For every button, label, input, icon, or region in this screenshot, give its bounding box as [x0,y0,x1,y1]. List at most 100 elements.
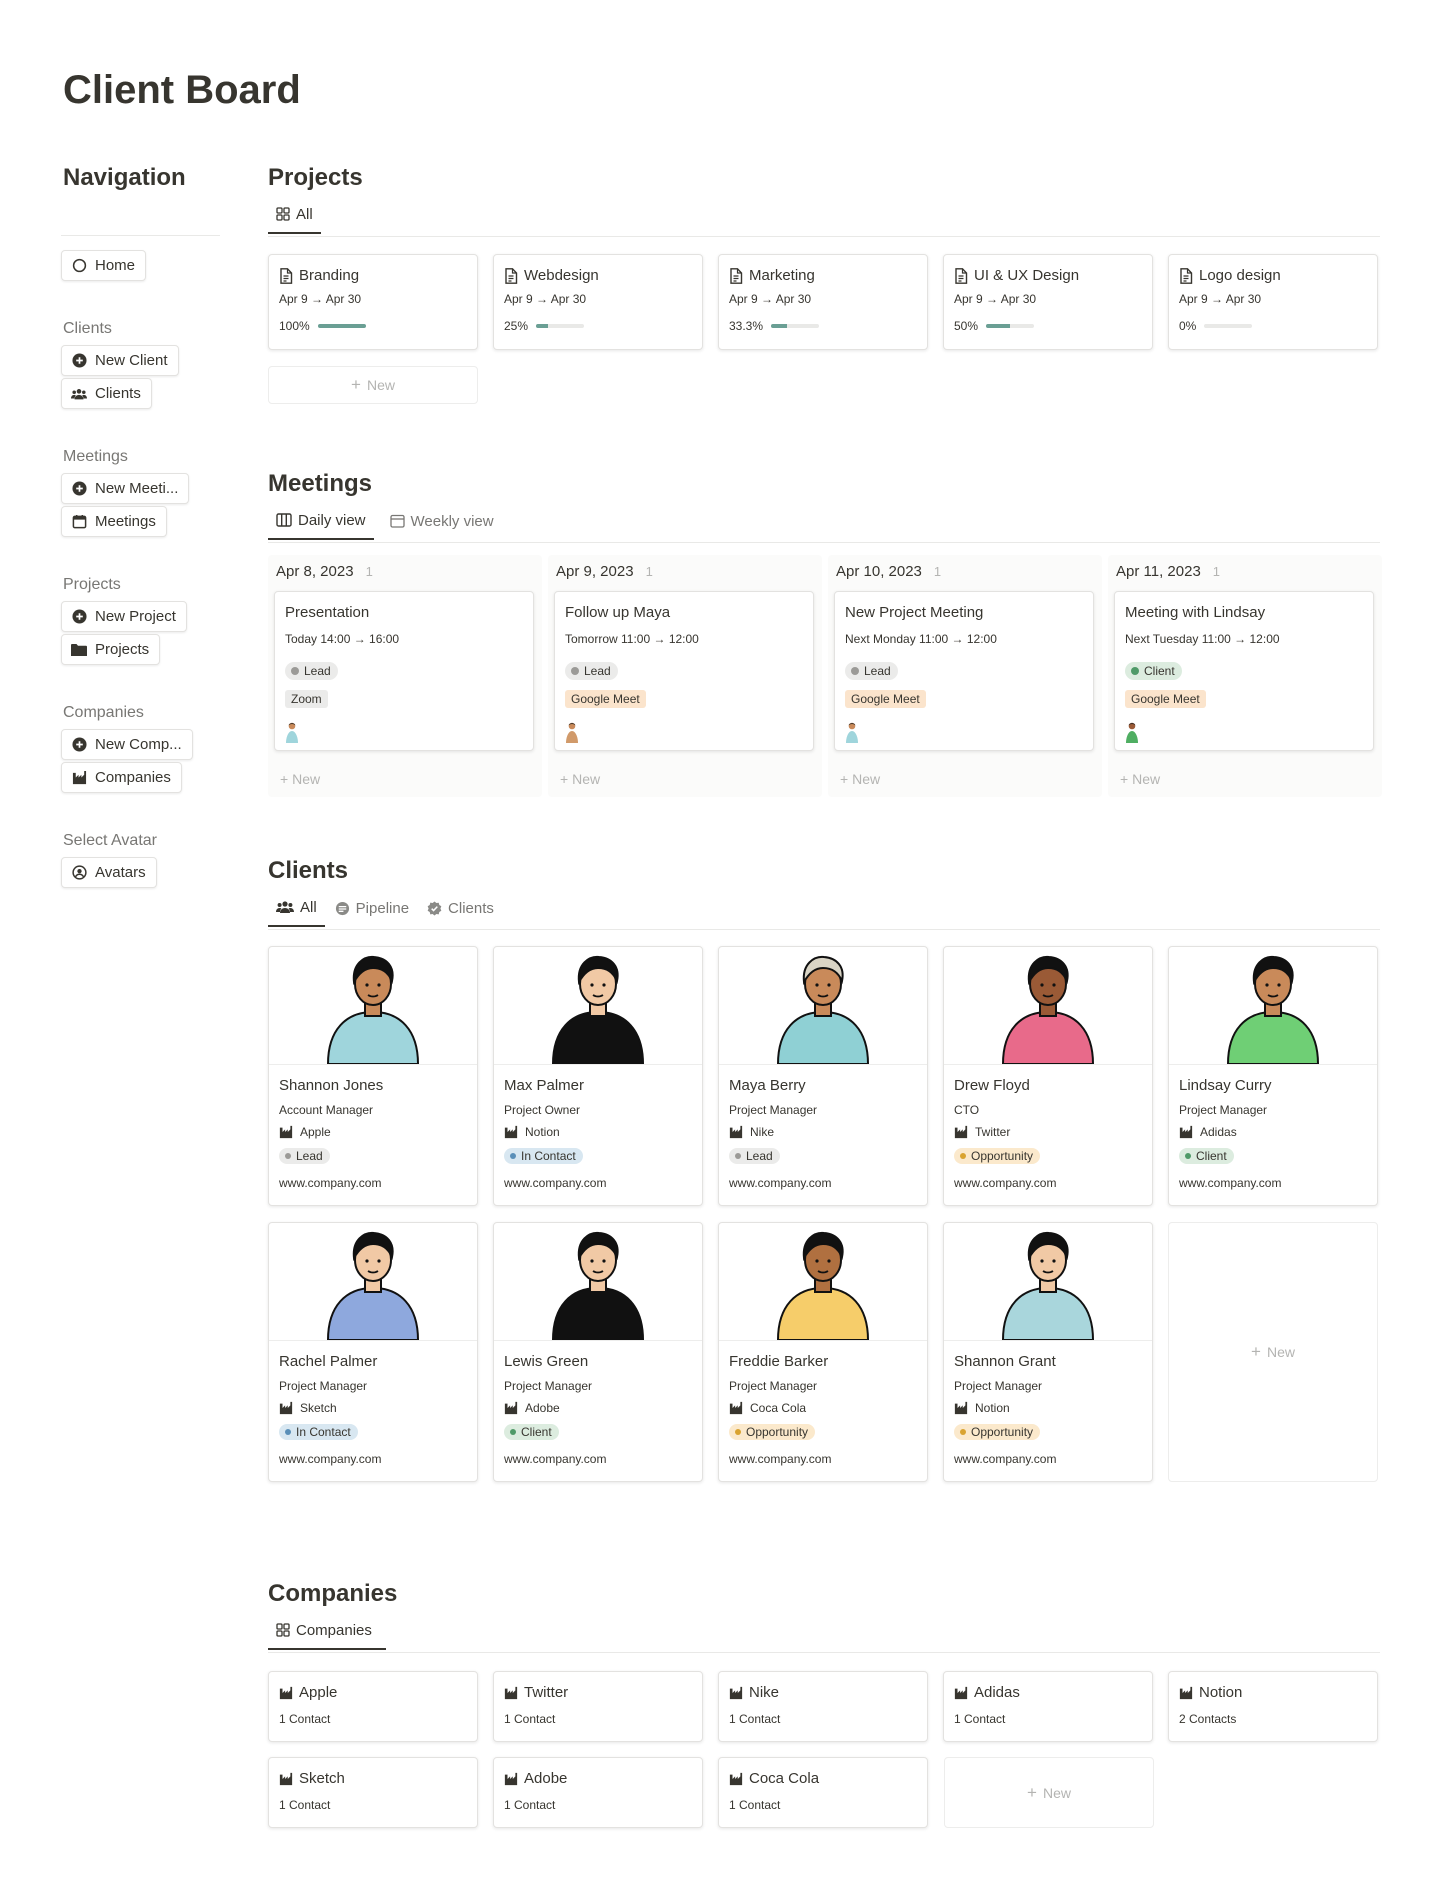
meeting-column: Apr 11, 2023 1 Meeting with Lindsay Next Tu… [1108,555,1382,797]
client-card[interactable]: Maya Berry Project Manager Nike Lead www.com… [718,946,928,1206]
factory-icon [504,1401,518,1415]
new-meeting-card-button[interactable]: + New [280,771,320,787]
client-card[interactable]: Lewis Green Project Manager Adobe Client www… [493,1222,703,1482]
status-label: In Contact [296,1425,351,1439]
tab-clients-filter-label: Clients [448,899,494,917]
tab-clients-filter[interactable]: Clients [419,897,502,927]
client-card[interactable]: Max Palmer Project Owner Notion In Contact w… [493,946,703,1206]
meeting-card[interactable]: New Project Meeting Next Monday 11:00 → 1… [834,591,1094,751]
company-card[interactable]: Sketch 1 Contact [268,1757,478,1828]
client-website[interactable]: www.company.com [279,1176,381,1190]
nav-clients-label: Clients [63,320,112,337]
avatars-button[interactable]: Avatars [61,857,157,888]
nav-heading: Navigation [63,164,186,191]
client-name: Lindsay Curry [1179,1077,1272,1094]
project-card[interactable]: Logo design Apr 9 → Apr 30 0% [1168,254,1378,350]
status-label: Opportunity [971,1425,1034,1439]
new-client-card-button[interactable]: + New [1168,1222,1378,1482]
meeting-title: Follow up Maya [565,604,671,621]
tab-pipeline[interactable]: Pipeline [327,897,417,927]
status-badge: Opportunity [954,1424,1041,1440]
company-card[interactable]: Apple 1 Contact [268,1671,478,1742]
new-company-button[interactable]: New Comp... [61,729,193,760]
company-card[interactable]: Twitter 1 Contact [493,1671,703,1742]
meeting-card[interactable]: Presentation Today 14:00 → 16:00 Lead Zoom [274,591,534,751]
plus-circle-icon [71,737,87,753]
clients-divider [268,929,1380,930]
project-card[interactable]: UI & UX Design Apr 9 → Apr 30 50% [943,254,1153,350]
clients-nav-button[interactable]: Clients [61,378,152,409]
new-company-card-button[interactable]: + New [944,1757,1154,1828]
company-card[interactable]: Nike 1 Contact [718,1671,928,1742]
tab-clients-all[interactable]: All [268,897,325,927]
status-badge: In Contact [279,1424,358,1440]
progress-label: 33.3% [729,319,764,333]
new-client-button[interactable]: New Client [61,345,179,376]
client-card[interactable]: Shannon Grant Project Manager Notion Opport… [943,1222,1153,1482]
project-card[interactable]: Webdesign Apr 9 → Apr 30 25% [493,254,703,350]
folder-icon [71,642,87,658]
project-card[interactable]: Branding Apr 9 → Apr 30 100% [268,254,478,350]
new-project-card-button[interactable]: + New [268,366,478,404]
circle-icon [71,258,87,274]
tab-clients-all-label: All [300,898,317,916]
client-illustration [269,1223,477,1341]
tab-weekly-view[interactable]: Weekly view [382,510,502,540]
meeting-card[interactable]: Follow up Maya Tomorrow 11:00 → 12:00 Lead… [554,591,814,751]
projects-divider [268,236,1380,237]
client-website[interactable]: www.company.com [729,1452,831,1466]
new-meeting-card-button[interactable]: + New [560,771,600,787]
factory-icon [504,1125,518,1139]
new-meeting-card-button[interactable]: + New [840,771,880,787]
tab-daily-view[interactable]: Daily view [268,510,374,540]
client-card[interactable]: Shannon Jones Account Manager Apple Lead www… [268,946,478,1206]
projects-nav-button[interactable]: Projects [61,634,161,665]
company-name: Coca Cola [749,1770,820,1787]
factory-icon [279,1401,293,1415]
progress-bar [536,324,585,328]
client-card[interactable]: Freddie Barker Project Manager Coca Cola Op… [718,1222,928,1482]
client-website[interactable]: www.company.com [1179,1176,1281,1190]
client-website[interactable]: www.company.com [729,1176,831,1190]
meeting-title: New Project Meeting [845,604,984,621]
tab-daily-view-label: Daily view [298,511,366,529]
factory-icon [279,1125,293,1139]
company-card[interactable]: Adobe 1 Contact [493,1757,703,1828]
client-website[interactable]: www.company.com [279,1452,381,1466]
new-meeting-card-button[interactable]: + New [1120,771,1160,787]
status-badge: Opportunity [729,1424,816,1440]
client-card[interactable]: Rachel Palmer Project Manager Sketch In Con… [268,1222,478,1482]
new-meeting-card-label: New [852,771,881,787]
company-card[interactable]: Adidas 1 Contact [943,1671,1153,1742]
company-card[interactable]: Coca Cola 1 Contact [718,1757,928,1828]
client-role: Project Owner [504,1103,581,1117]
tab-companies[interactable]: Companies [268,1620,386,1650]
client-website[interactable]: www.company.com [504,1452,606,1466]
status-label: Lead [584,664,611,678]
client-card[interactable]: Lindsay Curry Project Manager Adidas Client… [1168,946,1378,1206]
client-card[interactable]: Drew Floyd CTO Twitter Opportunity www.compa… [943,946,1153,1206]
client-website[interactable]: www.company.com [504,1176,606,1190]
meeting-card[interactable]: Meeting with Lindsay Next Tuesday 11:00 →… [1114,591,1374,751]
project-card[interactable]: Marketing Apr 9 → Apr 30 33.3% [718,254,928,350]
new-project-button[interactable]: New Project [61,601,187,632]
nav-home-button[interactable]: Home [61,250,147,281]
client-website[interactable]: www.company.com [954,1176,1056,1190]
company-title: Sketch [279,1770,345,1787]
clients-tabs: All Pipeline Clients [268,897,502,927]
meetings-nav-button[interactable]: Meetings [61,506,167,537]
client-website[interactable]: www.company.com [954,1452,1056,1466]
tab-projects-all[interactable]: All [268,204,321,234]
company-title: Nike [729,1684,779,1701]
companies-nav-button[interactable]: Companies [61,762,182,793]
client-illustration [494,1223,702,1341]
progress-bar [317,324,366,328]
clients-heading: Clients [268,857,349,884]
companies-tabs: Companies [268,1620,386,1650]
status-label: In Contact [521,1149,576,1163]
meeting-count: 1 [365,564,373,579]
new-meeting-button[interactable]: New Meeti... [61,473,190,504]
status-label: Client [1196,1149,1227,1163]
company-card[interactable]: Notion 2 Contacts [1168,1671,1378,1742]
meeting-date: Apr 11, 2023 [1116,563,1201,580]
